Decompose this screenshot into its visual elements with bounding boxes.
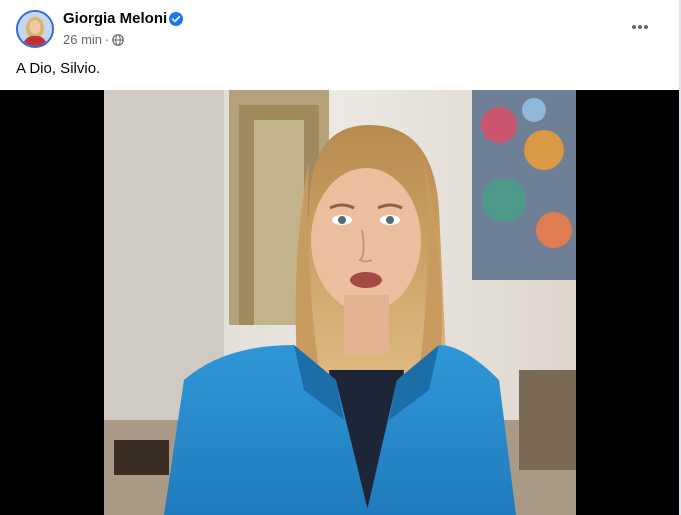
author-avatar[interactable] xyxy=(16,10,54,48)
more-options-icon[interactable] xyxy=(625,15,655,39)
post-caption: A Dio, Silvio. xyxy=(16,60,101,77)
facebook-post: Giorgia Meloni 26 min · A Dio, Silvio. xyxy=(0,0,681,515)
globe-icon[interactable] xyxy=(112,33,125,46)
verified-badge-icon xyxy=(169,12,183,26)
video-player[interactable] xyxy=(0,90,679,515)
author-name[interactable]: Giorgia Meloni xyxy=(63,10,167,27)
post-header: Giorgia Meloni 26 min · xyxy=(0,0,679,60)
meta-separator: · xyxy=(105,32,110,47)
post-timestamp[interactable]: 26 min xyxy=(63,32,102,47)
video-frame[interactable] xyxy=(104,90,576,515)
post-meta: 26 min · xyxy=(63,32,125,47)
